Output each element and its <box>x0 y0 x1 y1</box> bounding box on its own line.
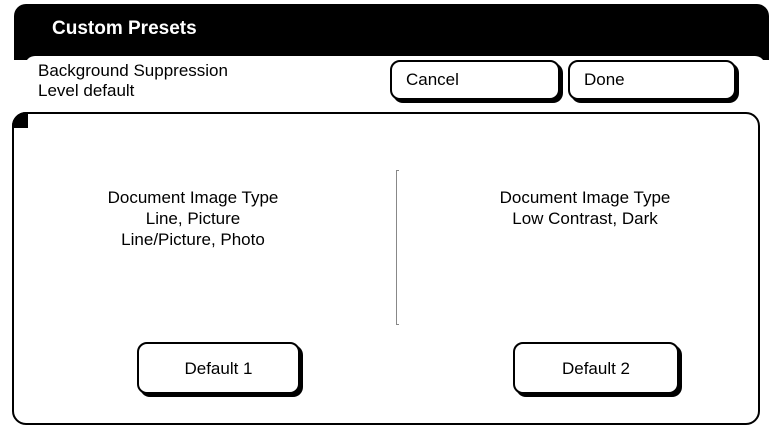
right-option-description: Document Image Type Low Contrast, Dark <box>460 187 710 229</box>
setting-label-line1: Background Suppression <box>38 61 228 80</box>
left-option-description: Document Image Type Line, Picture Line/P… <box>68 187 318 250</box>
left-option-line1: Document Image Type <box>107 188 279 207</box>
cancel-button[interactable]: Cancel <box>390 60 560 100</box>
default-1-button[interactable]: Default 1 <box>137 342 300 394</box>
right-option-line1: Document Image Type <box>499 188 671 207</box>
window-title: Custom Presets <box>52 18 197 39</box>
done-button[interactable]: Done <box>568 60 736 100</box>
setting-label: Background Suppression Level default <box>38 61 338 101</box>
left-option-line2: Line, Picture <box>145 209 241 228</box>
left-option-line3: Line/Picture, Photo <box>121 230 265 249</box>
title-bar: Custom Presets <box>14 4 769 60</box>
setting-label-line2: Level default <box>38 81 135 100</box>
right-option-line2: Low Contrast, Dark <box>512 209 658 228</box>
column-divider <box>396 170 399 325</box>
custom-presets-screen: Custom Presets Background Suppression Le… <box>0 0 769 432</box>
default-2-button[interactable]: Default 2 <box>513 342 679 394</box>
